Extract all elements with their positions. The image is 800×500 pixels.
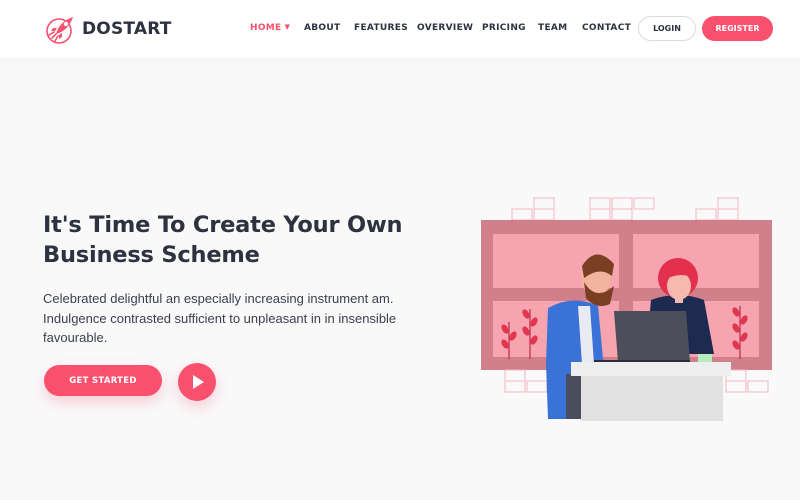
nav-item-about[interactable]: ABOUT — [304, 23, 340, 33]
nav-item-label: HOME — [250, 23, 282, 33]
hero-description-line: favourable. — [43, 330, 108, 345]
nav-item-contact[interactable]: CONTACT — [582, 23, 631, 33]
hero-description: Celebrated delightful an especially incr… — [43, 289, 397, 348]
nav-item-pricing[interactable]: PRICING — [482, 23, 526, 33]
hero-description-line: Indulgence contrasted sufficient to unpl… — [43, 310, 397, 326]
play-video-button[interactable] — [178, 363, 216, 401]
register-button[interactable]: REGISTER — [702, 16, 773, 41]
nav-item-overview[interactable]: OVERVIEW — [417, 23, 473, 33]
hero-title-line: It's Time To Create Your Own — [43, 212, 403, 238]
login-button[interactable]: LOGIN — [638, 16, 696, 41]
nav-item-home[interactable]: HOME ▼ — [250, 23, 290, 33]
hero-title: It's Time To Create Your Own Business Sc… — [43, 210, 423, 270]
hero-title-line: Business Scheme — [43, 242, 260, 268]
nav-item-team[interactable]: TEAM — [538, 23, 567, 33]
get-started-button[interactable]: GET STARTED — [44, 365, 162, 396]
play-icon — [193, 375, 204, 389]
site-header: DOSTART HOME ▼ ABOUT FEATURES OVERVIEW PR… — [0, 0, 800, 58]
hero-illustration — [481, 197, 772, 421]
chevron-down-icon: ▼ — [284, 23, 291, 31]
nav-item-features[interactable]: FEATURES — [354, 23, 408, 33]
hero-description-line: Celebrated delightful an especially incr… — [43, 291, 394, 306]
